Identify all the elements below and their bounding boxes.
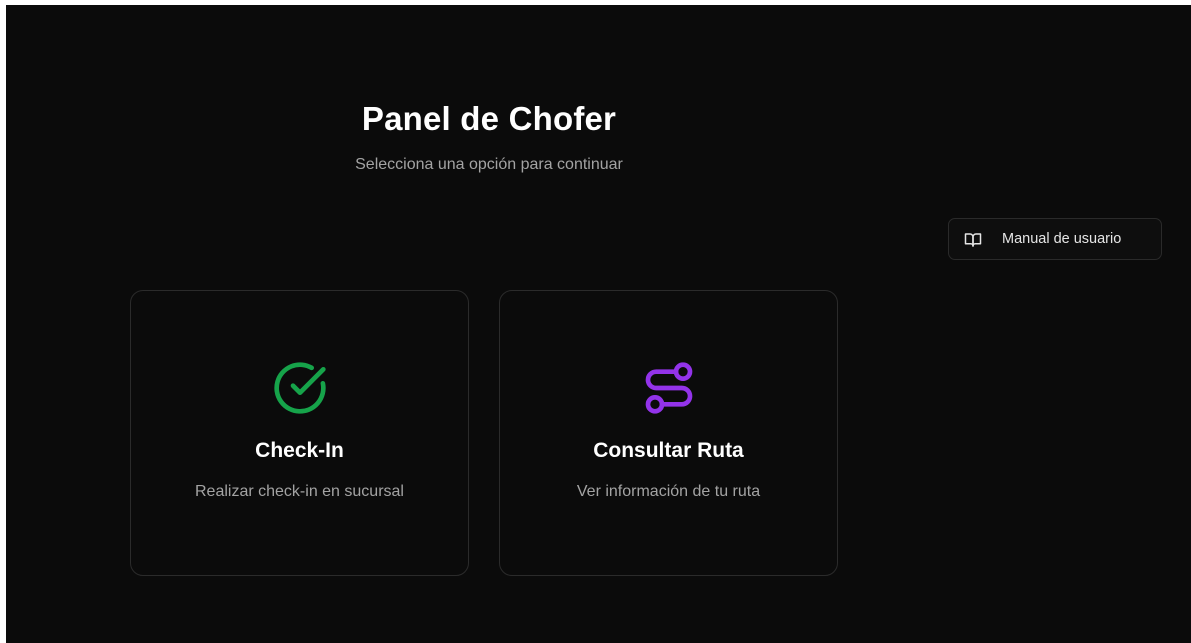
app-frame: Panel de Chofer Selecciona una opción pa… <box>6 5 1191 643</box>
route-icon <box>641 360 697 416</box>
consultar-ruta-card[interactable]: Consultar Ruta Ver información de tu rut… <box>499 290 838 576</box>
book-open-icon <box>964 231 982 249</box>
check-circle-icon <box>272 360 328 416</box>
consultar-ruta-description: Ver información de tu ruta <box>576 483 761 500</box>
user-manual-button[interactable]: Manual de usuario <box>948 218 1162 260</box>
page-subtitle: Selecciona una opción para continuar <box>355 156 623 173</box>
check-in-title: Check-In <box>255 439 344 462</box>
consultar-ruta-title: Consultar Ruta <box>593 439 744 462</box>
check-in-card[interactable]: Check-In Realizar check-in en sucursal <box>130 290 469 576</box>
check-in-description: Realizar check-in en sucursal <box>195 483 404 500</box>
user-manual-label: Manual de usuario <box>1002 231 1122 247</box>
page-title: Panel de Chofer <box>361 100 617 137</box>
